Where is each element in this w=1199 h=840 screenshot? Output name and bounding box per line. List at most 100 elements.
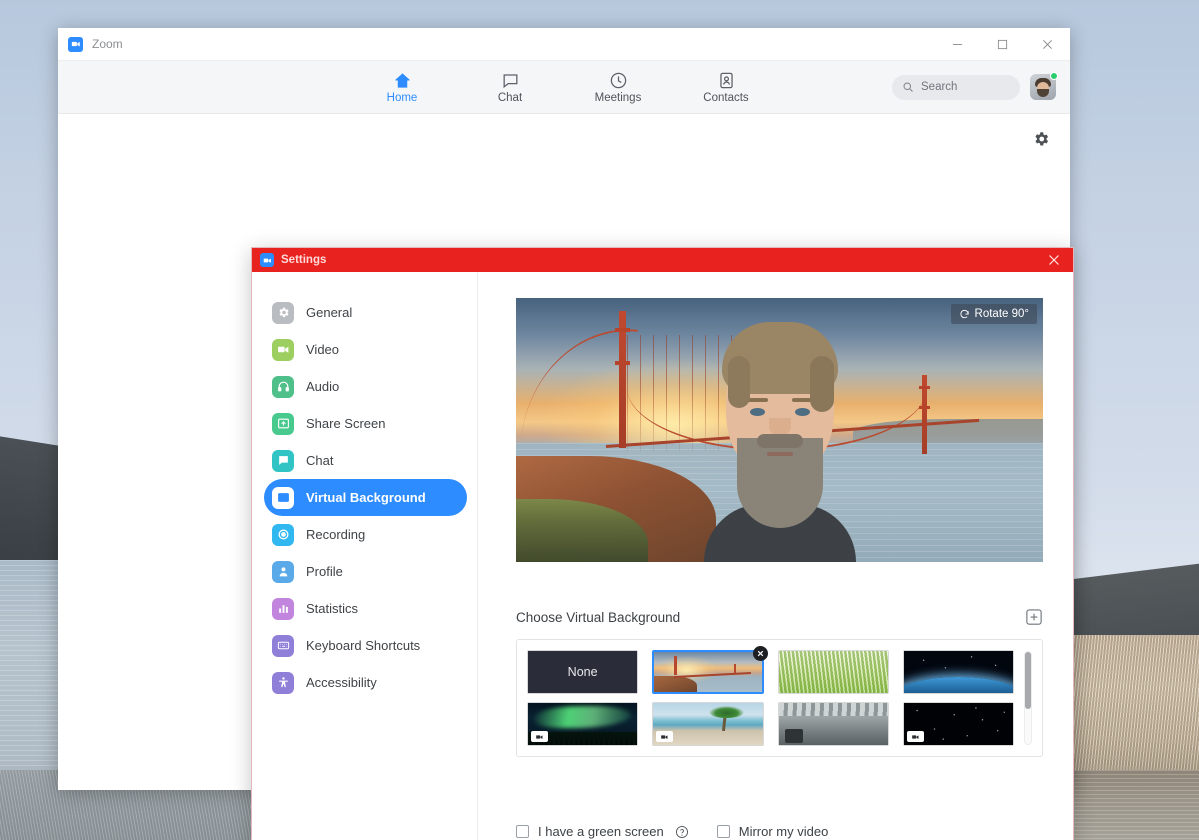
sidebar-item-label: Audio: [306, 379, 340, 394]
sidebar-item-virtual-background[interactable]: Virtual Background: [264, 479, 467, 516]
home-icon: [393, 70, 412, 90]
video-badge-icon: [531, 731, 548, 742]
minimize-icon[interactable]: [935, 28, 980, 61]
close-icon[interactable]: [1035, 248, 1073, 272]
sidebar-item-chat[interactable]: Chat: [264, 442, 467, 479]
sidebar-item-label: General: [306, 305, 353, 320]
record-icon: [272, 523, 294, 546]
settings-content: Rotate 90° Choose Virtual Background Non…: [478, 272, 1073, 840]
person-mouth: [766, 451, 793, 456]
background-thumb-none[interactable]: None: [527, 650, 639, 694]
background-thumb-golden-gate[interactable]: [652, 646, 768, 694]
nav-tab-chat[interactable]: Chat: [479, 70, 541, 104]
background-thumb-hangar[interactable]: [777, 702, 889, 746]
rotate-label: Rotate 90°: [974, 308, 1029, 320]
sidebar-item-recording[interactable]: Recording: [264, 516, 467, 553]
person-eye-left: [749, 407, 765, 416]
search-placeholder: Search: [921, 81, 958, 93]
gear-icon: [272, 301, 294, 324]
upload-icon: [272, 412, 294, 435]
settings-titlebar: Settings: [252, 248, 1073, 272]
background-thumbnail-panel: None: [516, 639, 1043, 757]
preview-bridge-tower-right: [918, 374, 930, 454]
background-thumb-grass[interactable]: [777, 650, 889, 694]
nav-tab-home[interactable]: Home: [371, 70, 433, 104]
mirror-video-checkbox-group[interactable]: Mirror my video: [716, 824, 829, 839]
clock-icon: [609, 70, 628, 90]
person-moustache: [756, 433, 803, 448]
nav-tab-meetings-label: Meetings: [594, 92, 642, 104]
chat-bubble-icon: [501, 70, 520, 90]
rotate-90-button[interactable]: Rotate 90°: [950, 304, 1037, 324]
thumbnail-scrollbar[interactable]: [1020, 650, 1036, 746]
sidebar-item-accessibility[interactable]: Accessibility: [264, 664, 467, 701]
choose-background-label: Choose Virtual Background: [516, 609, 681, 625]
video-preview: Rotate 90°: [516, 298, 1043, 562]
sidebar-item-label: Share Screen: [306, 416, 386, 431]
sidebar-item-video[interactable]: Video: [264, 331, 467, 368]
gear-icon[interactable]: [1032, 130, 1052, 150]
sidebar-item-profile[interactable]: Profile: [264, 553, 467, 590]
avatar[interactable]: [1030, 72, 1058, 100]
sidebar-item-label: Keyboard Shortcuts: [306, 638, 421, 653]
close-icon[interactable]: [1025, 28, 1070, 61]
zoom-content-area: Settings General Video Audio Share Scree…: [58, 114, 1074, 840]
nav-tab-meetings[interactable]: Meetings: [587, 70, 649, 104]
search-input[interactable]: Search: [892, 74, 1020, 100]
rotate-icon: [959, 309, 969, 318]
video-badge-icon: [906, 731, 924, 742]
thumb-art: [778, 651, 888, 693]
camera-icon: [272, 338, 294, 361]
green-screen-checkbox[interactable]: [516, 825, 529, 838]
sidebar-item-label: Recording: [306, 527, 366, 542]
settings-title: Settings: [281, 254, 327, 266]
preview-person: [703, 314, 856, 562]
sidebar-item-keyboard-shortcuts[interactable]: Keyboard Shortcuts: [264, 627, 467, 664]
maximize-icon[interactable]: [980, 28, 1025, 61]
scrollbar-thumb[interactable]: [1025, 652, 1031, 710]
green-screen-checkbox-group[interactable]: I have a green screen: [516, 824, 689, 839]
sidebar-item-label: Video: [306, 342, 340, 357]
sidebar-item-audio[interactable]: Audio: [264, 368, 467, 405]
keyboard-icon: [272, 634, 294, 657]
zoom-camera-icon: [260, 253, 274, 267]
background-thumb-beach[interactable]: [652, 702, 764, 746]
zoom-main-window: Zoom Home Chat Meetings Contacts Search …: [58, 28, 1074, 840]
plus-box-icon[interactable]: [1025, 608, 1043, 626]
background-thumb-earth-from-space[interactable]: [902, 650, 1014, 694]
green-screen-label: I have a green screen: [538, 824, 664, 839]
sidebar-item-statistics[interactable]: Statistics: [264, 590, 467, 627]
sidebar-item-general[interactable]: General: [264, 294, 467, 331]
mirror-video-checkbox[interactable]: [716, 825, 730, 838]
background-thumb-aurora[interactable]: [527, 702, 639, 746]
sidebar-item-label: Chat: [306, 453, 334, 468]
chat-icon: [272, 449, 294, 472]
settings-dialog: Settings General Video Audio Share Scree…: [251, 247, 1074, 840]
zoom-navbar: Home Chat Meetings Contacts Search: [58, 61, 1070, 114]
status-badge: [1050, 72, 1058, 80]
thumb-label: None: [567, 665, 598, 679]
bar-chart-icon: [272, 597, 294, 620]
background-thumbnail-grid: None: [527, 646, 1014, 746]
nav-tab-contacts[interactable]: Contacts: [695, 70, 757, 104]
person-hair: [721, 321, 838, 412]
background-thumb-starfield[interactable]: [902, 702, 1014, 746]
zoom-window-title: Zoom: [92, 37, 123, 51]
zoom-titlebar: Zoom: [58, 28, 1070, 61]
accessibility-icon: [272, 671, 294, 694]
person-card-icon: [272, 486, 294, 509]
nav-tab-contacts-label: Contacts: [703, 92, 749, 104]
avatar-beard: [1037, 89, 1049, 97]
nav-tab-chat-label: Chat: [497, 92, 523, 104]
sidebar-item-share-screen[interactable]: Share Screen: [264, 405, 467, 442]
background-options: I have a green screen Mirror my video: [516, 824, 828, 839]
search-icon: [903, 82, 913, 92]
video-badge-icon: [656, 731, 674, 742]
settings-sidebar: General Video Audio Share Screen Chat Vi…: [252, 272, 478, 840]
scrollbar-track[interactable]: [1024, 651, 1032, 745]
mirror-video-label: Mirror my video: [738, 824, 829, 839]
thumb-art: [778, 703, 888, 745]
preview-bridge-tower-left: [614, 311, 630, 449]
help-circle-icon[interactable]: [675, 825, 689, 839]
delete-background-icon[interactable]: [752, 646, 768, 661]
